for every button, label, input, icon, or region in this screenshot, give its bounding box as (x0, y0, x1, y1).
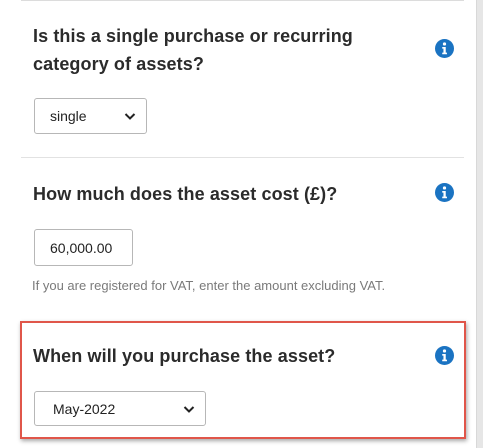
question-purchase-date-label: When will you purchase the asset? (33, 342, 335, 370)
divider (21, 0, 464, 1)
label-line-2: category of assets? (33, 54, 204, 74)
divider (21, 157, 464, 158)
info-circle-icon[interactable] (435, 183, 454, 202)
info-circle-icon[interactable] (435, 39, 454, 58)
select-value: single (50, 108, 87, 124)
purchase-type-select[interactable]: single (34, 98, 147, 134)
chevron-down-icon (183, 405, 195, 413)
question-purchase-type-label: Is this a single purchase or recurring c… (33, 22, 353, 78)
question-asset-cost-label: How much does the asset cost (£)? (33, 180, 337, 208)
select-value: May-2022 (53, 400, 116, 417)
input-value: 60,000.00 (50, 239, 113, 256)
label-line-1: How much does the asset cost (£)? (33, 184, 338, 204)
vat-hint-text: If you are registered for VAT, enter the… (32, 278, 386, 293)
info-circle-icon[interactable] (435, 346, 454, 365)
form-panel: Is this a single purchase or recurring c… (0, 0, 477, 448)
asset-cost-input[interactable]: 60,000.00 (34, 229, 133, 266)
chevron-down-icon (124, 113, 136, 120)
purchase-date-select[interactable]: May-2022 (34, 391, 206, 426)
label-line-1: Is this a single purchase or recurring (33, 26, 353, 46)
label-line-1: When will you purchase the asset? (33, 346, 336, 366)
